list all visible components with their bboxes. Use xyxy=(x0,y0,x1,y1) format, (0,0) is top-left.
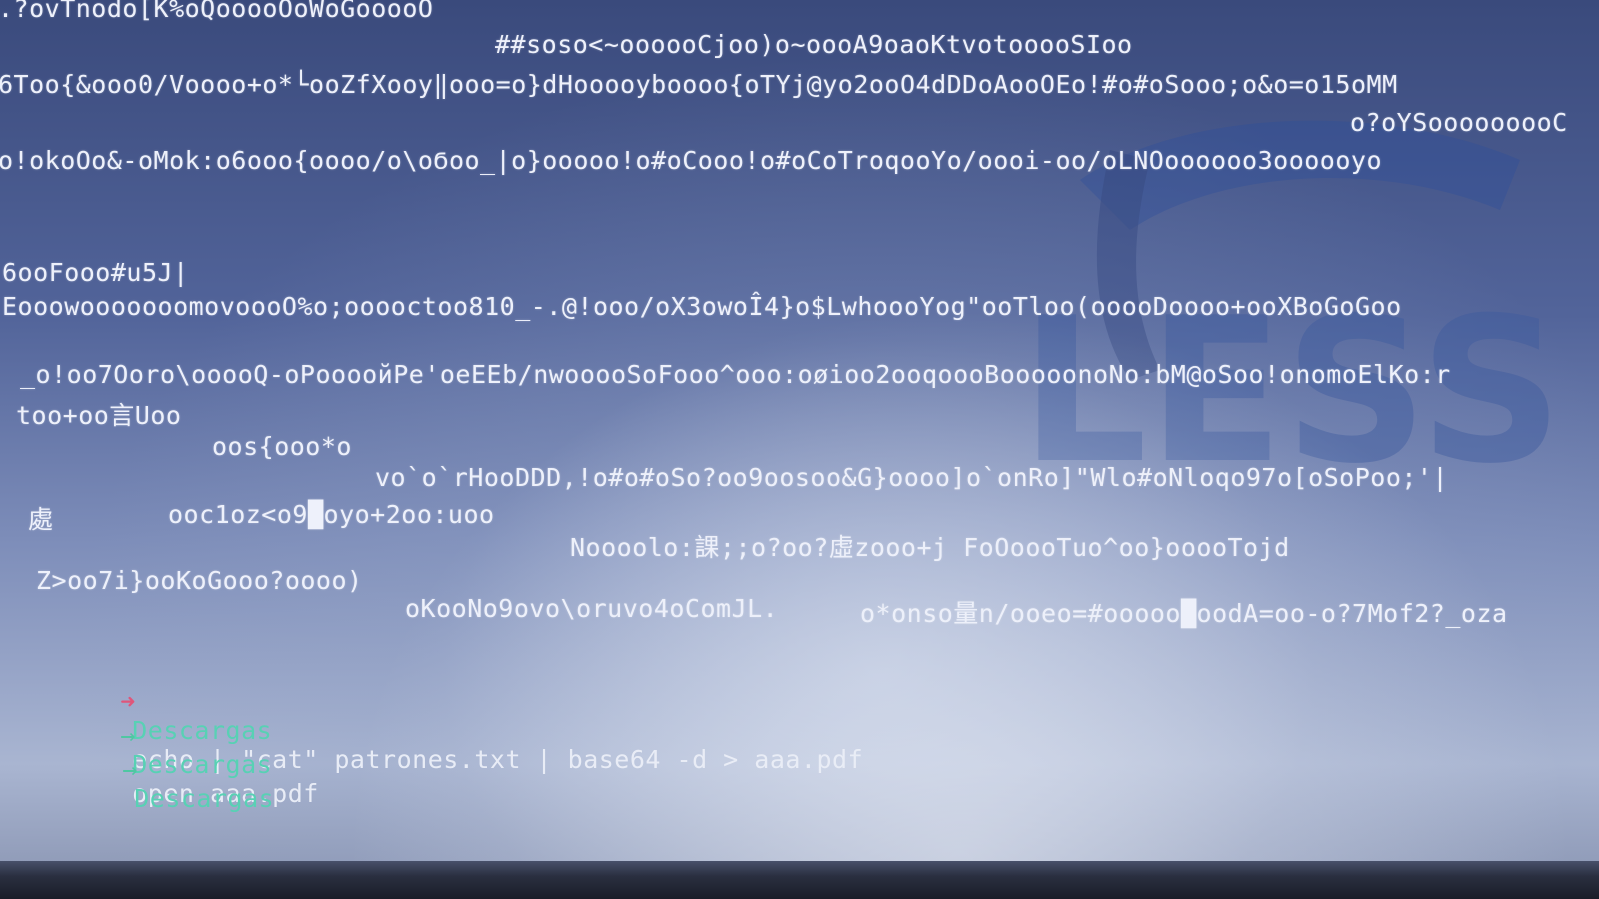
prompt-arrow-icon: → xyxy=(122,755,138,784)
terminal-output-line: 處 xyxy=(28,505,54,534)
prompt-line-active[interactable]: → Descargas xyxy=(60,726,274,871)
terminal-output-line: .?ovTnodo[K%oQooooOoWoGooooO xyxy=(0,0,434,23)
terminal-output-line: oKooNo9ovo\oruvo4oComJL. xyxy=(405,594,779,623)
terminal-output-line: o?oYSooooooooC xyxy=(1350,108,1568,137)
terminal-output-line: too+oo言Uoo xyxy=(16,401,182,430)
terminal-output-line: 6ooFooo#u5J| xyxy=(2,258,189,287)
terminal-output-line: ooc1oz<o9█oyo+2oo:uoo xyxy=(168,500,495,529)
terminal-output-line: 6Too{&ooo0/Voooo+o*└ooZfXooy‖ooo=o}dHooo… xyxy=(0,70,1398,99)
terminal-output-line: vo`o`rHooDDD,!o#o#oSo?oo9oosoo&G}oooo]o`… xyxy=(375,463,1449,492)
terminal-output-line: Z>oo7i}ooKoGooo?oooo) xyxy=(36,566,363,595)
monitor-bezel xyxy=(0,861,1599,899)
terminal-output-line: ##soso<~oooooCjoo)o~oooA9oaoKtvotooooSIo… xyxy=(495,30,1133,59)
terminal-output-line: Noooolo:課;;o?oo?虛zooo+j FoOoooTuo^oo}ooo… xyxy=(570,533,1290,562)
terminal-output-line: _o!oo7Oorо\ooooQ-oPooooйPe'oeEEb/nwooooS… xyxy=(20,360,1451,389)
terminal-output-line: o!okoOo&-oMok:o6ooo{oooo/o\oϬoo_|o}ooooo… xyxy=(0,146,1383,175)
terminal-output-line: oos{ooo*o xyxy=(212,432,352,461)
terminal-window[interactable]: LESS .?ovTnodo[K%oQooooOoWoGooooO ##soso… xyxy=(0,0,1599,899)
prompt-directory: Descargas xyxy=(134,784,275,813)
terminal-output-line: o*onso量n/ooeo=#ooooo█oodA=oo-o?7Mof2?_oz… xyxy=(860,599,1508,628)
terminal-output-line: EooowooooooomovoooO%o;ooooctoo810_-.@!oo… xyxy=(2,292,1402,321)
